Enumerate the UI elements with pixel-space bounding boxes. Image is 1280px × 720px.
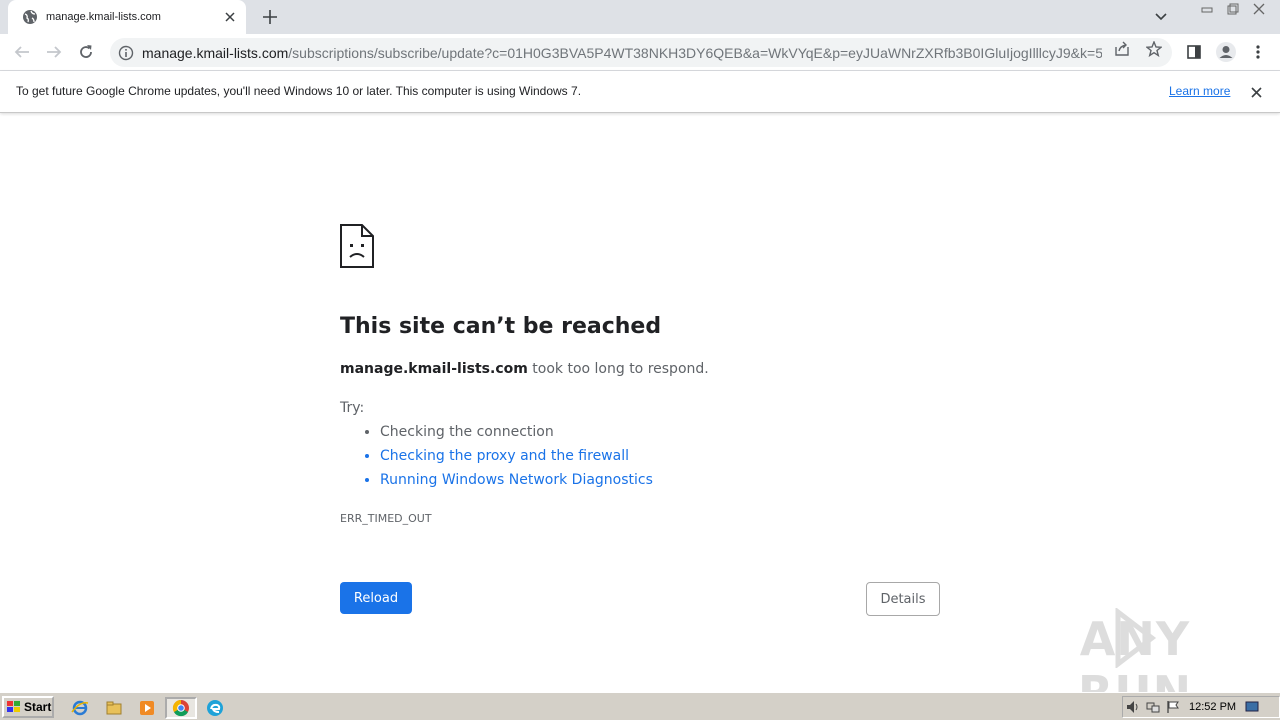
windows-flag-icon <box>7 701 20 712</box>
tab-strip: manage.kmail-lists.com <box>0 0 1280 34</box>
edge-icon[interactable] <box>201 697 229 719</box>
url-text[interactable]: manage.kmail-lists.com/subscriptions/sub… <box>142 45 1102 61</box>
suggestion-list: Checking the connection Checking the pro… <box>364 424 653 496</box>
tab-close-icon[interactable] <box>222 9 238 25</box>
site-info-icon[interactable] <box>118 45 134 61</box>
error-code: ERR_TIMED_OUT <box>340 512 432 525</box>
error-description: manage.kmail-lists.com took too long to … <box>340 361 709 377</box>
anyrun-watermark: ANY RUN <box>1038 608 1232 720</box>
explorer-folder-icon[interactable] <box>100 697 128 719</box>
infobar-message: To get future Google Chrome updates, you… <box>16 84 582 98</box>
window-controls <box>1194 0 1272 18</box>
infobar-close-icon[interactable] <box>1248 84 1264 100</box>
learn-more-link[interactable]: Learn more <box>1169 84 1230 98</box>
tab-title: manage.kmail-lists.com <box>46 11 161 23</box>
network-diagnostics-link[interactable]: Running Windows Network Diagnostics <box>380 472 653 496</box>
url-host: manage.kmail-lists.com <box>142 44 289 61</box>
proxy-firewall-link[interactable]: Checking the proxy and the firewall <box>380 448 653 472</box>
update-infobar: To get future Google Chrome updates, you… <box>0 71 1280 113</box>
browser-tab[interactable]: manage.kmail-lists.com <box>8 0 246 34</box>
url-path: /subscriptions/subscribe/update?c=01H0G3… <box>288 44 1102 61</box>
volume-icon[interactable] <box>1123 698 1143 716</box>
minimize-icon[interactable] <box>1194 0 1220 18</box>
restore-icon[interactable] <box>1220 0 1246 18</box>
forward-icon[interactable] <box>42 40 66 64</box>
reload-icon[interactable] <box>74 40 98 64</box>
start-button[interactable]: Start <box>2 696 54 718</box>
action-center-flag-icon[interactable] <box>1163 698 1183 716</box>
new-tab-button[interactable] <box>258 6 282 28</box>
tab-search-icon[interactable] <box>1152 8 1170 26</box>
side-panel-icon[interactable] <box>1182 40 1206 64</box>
address-bar[interactable]: manage.kmail-lists.com/subscriptions/sub… <box>110 38 1172 67</box>
show-desktop-icon[interactable] <box>1242 698 1262 716</box>
taskbar: Start 12:52 PM <box>0 692 1280 720</box>
network-icon[interactable] <box>1143 698 1163 716</box>
sad-page-icon <box>340 224 374 268</box>
bookmark-star-icon[interactable] <box>1146 41 1162 57</box>
menu-kebab-icon[interactable] <box>1246 40 1270 64</box>
system-tray: 12:52 PM <box>1122 696 1280 718</box>
try-label: Try: <box>340 400 365 416</box>
browser-toolbar: manage.kmail-lists.com/subscriptions/sub… <box>0 34 1280 71</box>
clock[interactable]: 12:52 PM <box>1189 701 1236 713</box>
ie-icon[interactable] <box>66 697 94 719</box>
details-button[interactable]: Details <box>866 582 940 616</box>
globe-icon <box>22 9 38 25</box>
start-label: Start <box>24 700 52 714</box>
chrome-taskbar-icon[interactable] <box>165 697 197 719</box>
reload-button[interactable]: Reload <box>340 582 412 614</box>
back-icon[interactable] <box>10 40 34 64</box>
window-close-icon[interactable] <box>1246 0 1272 18</box>
error-heading: This site can’t be reached <box>340 314 662 339</box>
profile-avatar-icon[interactable] <box>1214 40 1238 64</box>
share-icon[interactable] <box>1114 41 1130 57</box>
suggestion-item: Checking the connection <box>380 424 653 448</box>
error-host: manage.kmail-lists.com <box>340 361 528 377</box>
error-desc-suffix: took too long to respond. <box>527 361 709 377</box>
media-player-icon[interactable] <box>133 697 161 719</box>
